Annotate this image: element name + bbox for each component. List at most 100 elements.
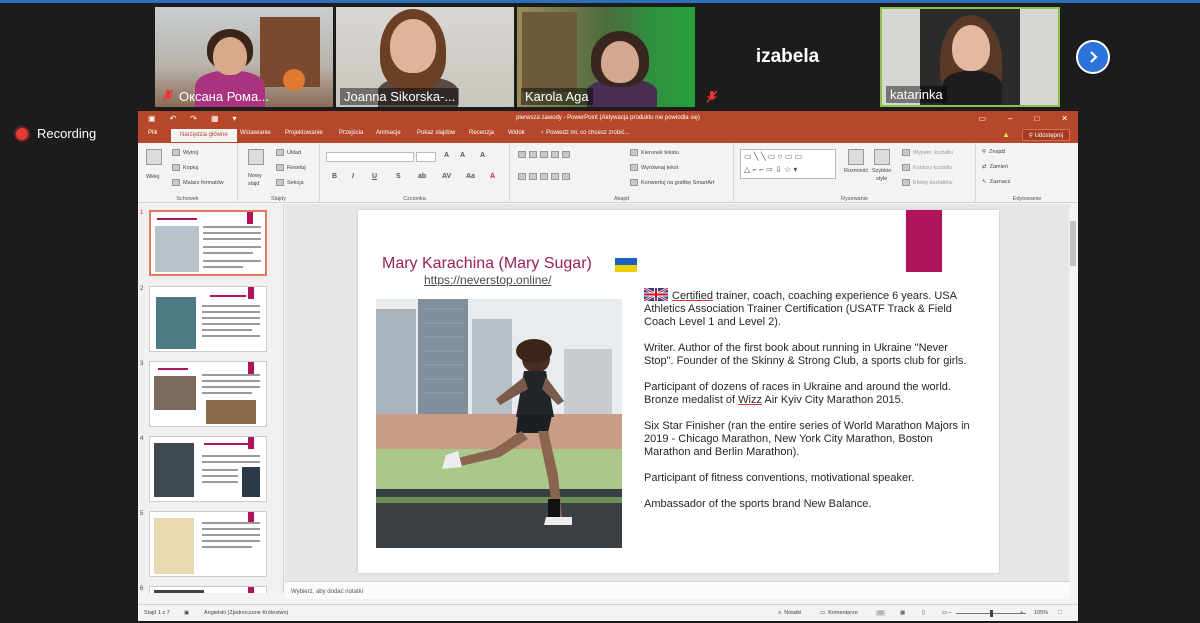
strikethrough-icon[interactable]: ab — [418, 173, 426, 180]
slide-thumbnail-5[interactable] — [149, 511, 267, 577]
tab-file[interactable]: Plik — [148, 130, 158, 136]
thumb-title — [204, 443, 254, 445]
new-slide-label[interactable]: Nowy — [248, 173, 262, 179]
slide-link[interactable]: https://neverstop.online/ — [424, 273, 551, 287]
close-icon[interactable]: ✕ — [1061, 114, 1068, 123]
zoom-out-icon[interactable]: – — [948, 610, 951, 616]
arrange-button[interactable]: Rozmieść — [844, 168, 868, 174]
comments-button[interactable]: ▭ Komentarze — [820, 610, 858, 616]
copy-button[interactable]: Kopiuj — [172, 164, 198, 171]
char-spacing-icon[interactable]: AV — [442, 173, 451, 180]
quick-styles-label[interactable]: Szybkie — [872, 168, 891, 174]
notes-button[interactable]: ≡ Notatki — [778, 610, 801, 616]
paste-button[interactable]: Wklej — [146, 174, 159, 180]
participant-tile-active[interactable]: katarinka — [880, 7, 1060, 107]
slide-thumbnail-3[interactable] — [149, 361, 267, 427]
paragraph-ambassador: Ambassador of the sports brand New Balan… — [644, 498, 872, 510]
participant-tile[interactable]: Joanna Sikorska-... — [336, 7, 514, 107]
group-drawing: ▭ ╲ ╲ ▭ ○ ▭ ▭ △ ⌐ ⌐ ⇨ ⇩ ☆ ▾ Rozmieść Szyb… — [734, 143, 976, 203]
tab-home[interactable]: Narzędzia główne — [171, 129, 237, 142]
align-text-button[interactable]: Wyrównaj tekst — [630, 164, 678, 171]
zoom-in-icon[interactable]: + — [1020, 610, 1023, 616]
format-painter-label: Malarz formatów — [183, 179, 224, 186]
tab-insert[interactable]: Wstawianie — [240, 130, 271, 136]
slide-thumbnail-1[interactable] — [149, 210, 267, 276]
find-button[interactable]: ⚲ Znajdź — [982, 149, 1006, 155]
new-slide-label-2[interactable]: slajd — [248, 181, 259, 187]
smartart-button[interactable]: Konwertuj na grafikę SmartArt — [630, 179, 714, 186]
reading-view-icon[interactable]: ▯ — [922, 610, 925, 616]
tab-animations[interactable]: Animacje — [376, 130, 401, 136]
normal-view-icon[interactable]: ▭ — [876, 610, 886, 616]
clear-formatting-icon[interactable]: A — [480, 152, 485, 159]
thumb-text — [202, 392, 252, 394]
bold-icon[interactable]: B — [332, 173, 337, 180]
quick-styles-label-2[interactable]: style — [876, 176, 887, 182]
tab-view[interactable]: Widok — [508, 130, 525, 136]
quick-styles-icon[interactable] — [874, 149, 890, 165]
zoom-slider-handle[interactable] — [990, 610, 993, 617]
tab-transitions[interactable]: Przejścia — [339, 130, 363, 136]
change-case-icon[interactable]: Aa — [466, 173, 475, 180]
slide-scrollbar[interactable] — [1069, 209, 1077, 579]
tab-slideshow[interactable]: Pokaz slajdów — [417, 130, 455, 136]
shape-effects-button[interactable]: Efekty kształtów — [902, 179, 952, 186]
slide-sorter-icon[interactable]: ▦ — [900, 610, 905, 616]
select-button[interactable]: ↖ Zaznacz — [982, 179, 1010, 185]
smartart-icon — [630, 179, 638, 186]
minimize-icon[interactable]: – — [1008, 114, 1012, 123]
notes-pane[interactable]: Wybierz, aby dodać notatki — [285, 581, 1070, 599]
text-direction-button[interactable]: Kierunek tekstu — [630, 149, 679, 156]
section-button[interactable]: Sekcja — [276, 179, 304, 186]
align-text-icon — [630, 164, 638, 171]
share-button[interactable]: ⚲ Udostępnij — [1021, 129, 1070, 141]
replace-button[interactable]: ⇄ Zamień — [982, 164, 1008, 170]
tab-review[interactable]: Recenzja — [469, 130, 494, 136]
align-buttons[interactable] — [518, 173, 570, 180]
spellcheck-icon[interactable]: ▣ — [184, 610, 189, 616]
slide-thumbnails-pane[interactable]: 1 2 3 4 5 6 — [138, 204, 284, 593]
share-label: Udostępnij — [1034, 133, 1063, 139]
slideshow-view-icon[interactable]: ▭ — [942, 610, 947, 616]
format-painter-button[interactable]: Malarz formatów — [172, 179, 224, 186]
layout-button[interactable]: Układ — [276, 149, 301, 156]
reset-button[interactable]: Resetuj — [276, 164, 306, 171]
ribbon-options-icon[interactable]: ▭ — [978, 114, 986, 123]
thumb-text — [202, 386, 260, 388]
language-indicator[interactable]: Angielski (Zjednoczone Królestwo) — [204, 610, 288, 616]
paste-icon[interactable] — [146, 149, 162, 165]
thumb-image — [242, 467, 260, 497]
shape-outline-button[interactable]: Kontury kształtu — [902, 164, 952, 171]
participant-tile[interactable]: Оксана Рома... — [155, 7, 333, 107]
maximize-icon[interactable]: □ — [1034, 114, 1039, 123]
shadow-icon[interactable]: S — [396, 173, 401, 180]
next-participants-button[interactable] — [1076, 40, 1110, 74]
scrollbar-thumb[interactable] — [1070, 221, 1076, 266]
warning-icon[interactable]: ▲ — [1002, 130, 1010, 139]
italic-icon[interactable]: I — [352, 173, 354, 180]
current-slide[interactable]: Mary Karachina (Mary Sugar) https://neve… — [358, 210, 999, 573]
font-name-input[interactable] — [326, 152, 414, 162]
slide-thumbnail-4[interactable] — [149, 436, 267, 502]
shape-fill-button[interactable]: Wypełn. kształtu — [902, 149, 953, 156]
font-size-input[interactable] — [416, 152, 436, 162]
slide-thumbnail-2[interactable] — [149, 286, 267, 352]
paragraph-six-star: Six Star Finisher (ran the entire series… — [644, 420, 970, 458]
list-buttons[interactable] — [518, 151, 570, 158]
arrange-icon[interactable] — [848, 149, 864, 165]
slide-thumbnail-6[interactable] — [149, 586, 267, 593]
tell-me-search[interactable]: ♀ Powiedz mi, co chcesz zrobić... — [540, 130, 630, 136]
fit-to-window-icon[interactable]: ⛶ — [1058, 610, 1062, 617]
brush-icon — [172, 179, 180, 186]
underline-icon[interactable]: U — [372, 173, 377, 180]
grow-font-icon[interactable]: A — [444, 152, 449, 159]
font-color-icon[interactable]: A — [490, 173, 495, 180]
new-slide-icon[interactable] — [248, 149, 264, 165]
tab-design[interactable]: Projektowanie — [285, 130, 323, 136]
zoom-level[interactable]: 105% — [1034, 610, 1048, 616]
participant-tile[interactable]: Karola Aga — [517, 7, 695, 107]
shapes-gallery[interactable]: ▭ ╲ ╲ ▭ ○ ▭ ▭ △ ⌐ ⌐ ⇨ ⇩ ☆ ▾ — [740, 149, 836, 179]
shrink-font-icon[interactable]: A — [460, 152, 465, 159]
participant-tile-name-only[interactable]: izabela — [700, 7, 875, 107]
cut-button[interactable]: Wytnij — [172, 149, 198, 156]
